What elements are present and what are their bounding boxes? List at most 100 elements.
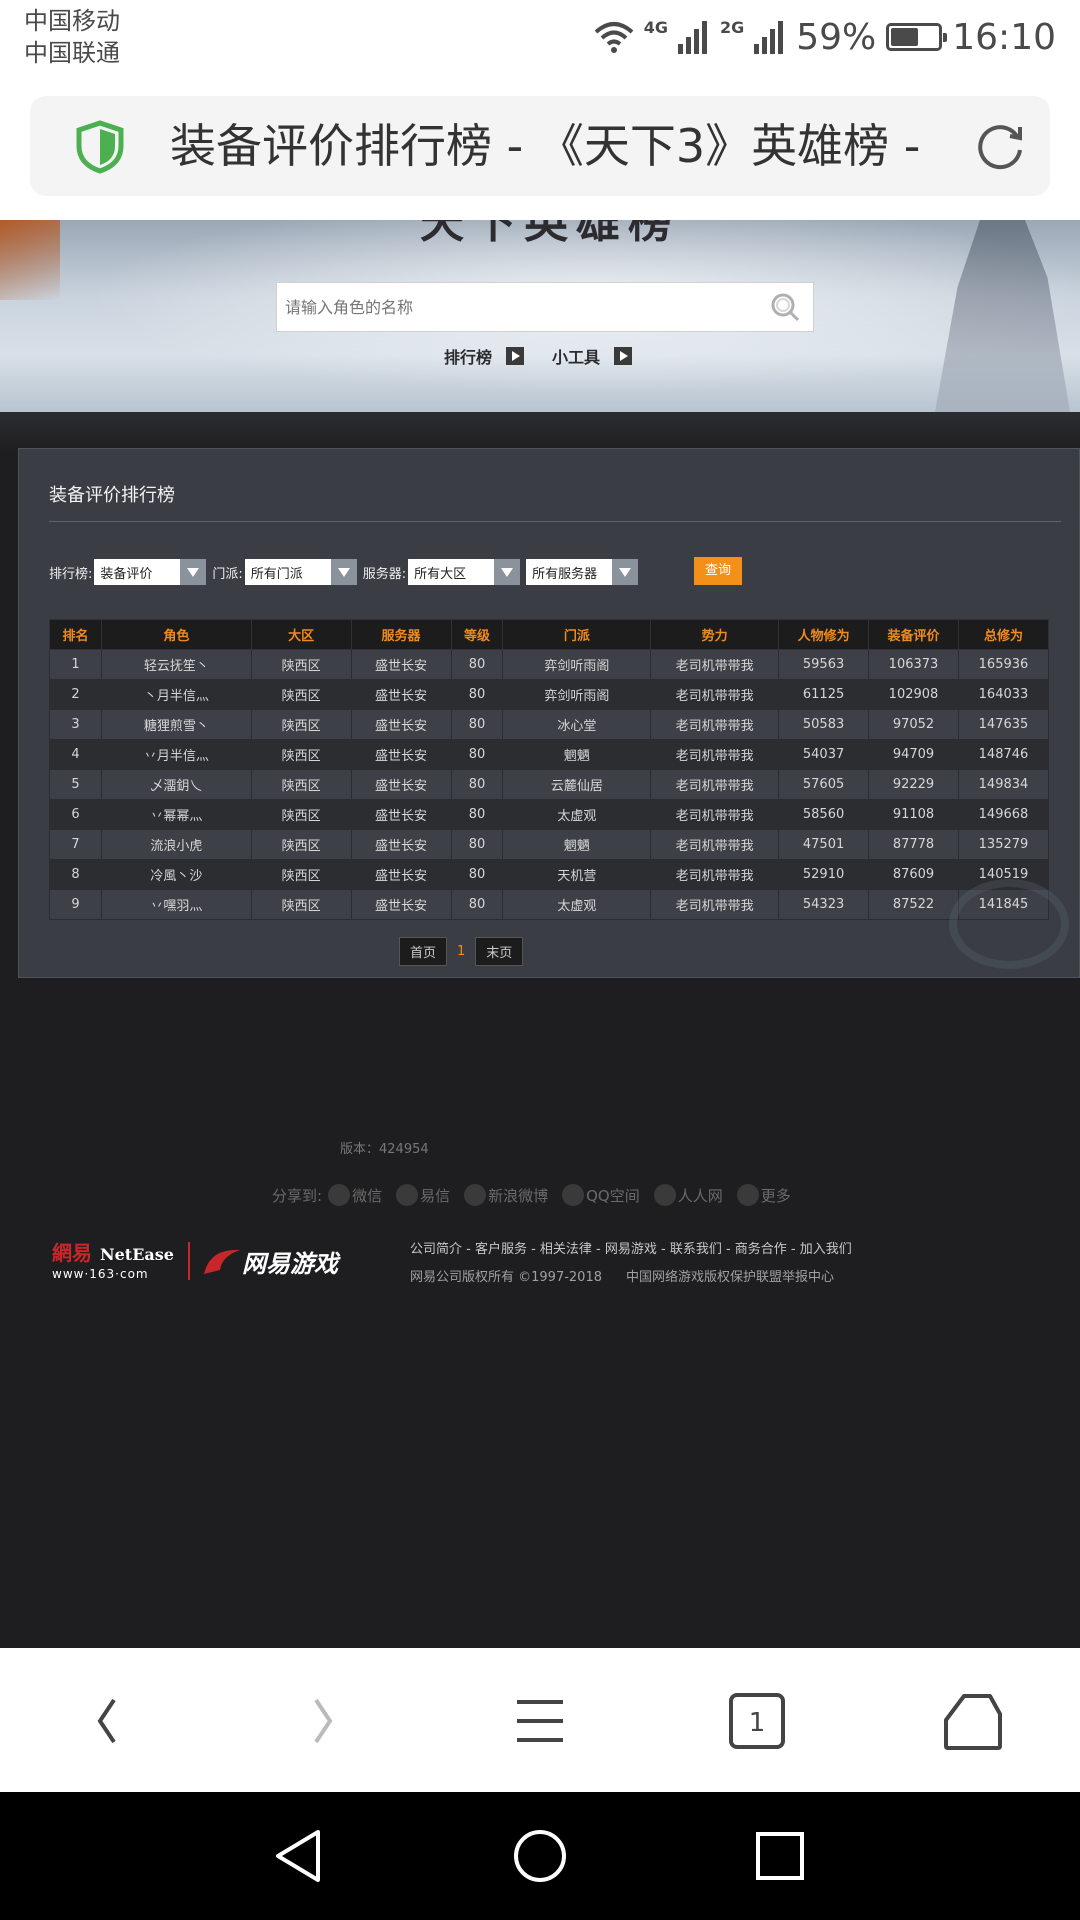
dropdown-arrow-icon[interactable] — [494, 559, 521, 585]
table-cell: 盛世长安 — [350, 829, 452, 860]
dropdown-arrow-icon[interactable] — [180, 559, 207, 585]
table-row[interactable]: 9 丷嘿羽灬 陕西区 盛世长安 80 太虚观 老司机带带我 54323 87522 141845 — [49, 889, 1050, 920]
search-icon[interactable] — [769, 291, 801, 323]
column-header: 门派 — [502, 619, 652, 650]
table-cell: 老司机带带我 — [650, 859, 780, 890]
table-cell: 盛世长安 — [350, 859, 452, 890]
report-link[interactable]: 中国网络游戏版权保护联盟举报中心 — [626, 1266, 834, 1285]
role-search-input[interactable] — [277, 283, 737, 331]
school-select[interactable]: 所有门派 — [244, 559, 357, 585]
table-cell: 54323 — [778, 889, 870, 920]
share-more[interactable]: 更多 — [736, 1184, 791, 1206]
table-cell: 58560 — [778, 799, 870, 830]
column-header: 排名 — [49, 619, 102, 650]
table-cell: 盛世长安 — [350, 679, 452, 710]
table-row[interactable]: 6 丷幂幂灬 陕西区 盛世长安 80 太虚观 老司机带带我 58560 91108 149668 — [49, 799, 1050, 830]
table-cell[interactable]: 丷幂幂灬 — [100, 799, 252, 830]
table-cell: 陕西区 — [250, 709, 352, 740]
table-cell: 盛世长安 — [350, 709, 452, 740]
column-header: 角色 — [100, 619, 252, 650]
table-cell: 天机营 — [502, 859, 652, 890]
share-weibo[interactable]: 新浪微博 — [464, 1184, 548, 1206]
table-row[interactable]: 2 丶月半信灬 陕西区 盛世长安 80 弈剑听雨阁 老司机带带我 61125 102908 164… — [49, 679, 1050, 710]
nav-ranking[interactable]: 排行榜 — [444, 344, 525, 368]
dropdown-arrow-icon[interactable] — [330, 559, 357, 585]
tab-count: 1 — [749, 1708, 766, 1738]
forward-icon[interactable] — [288, 1686, 358, 1756]
share-yixin[interactable]: 易信 — [396, 1184, 450, 1206]
share-wechat[interactable]: 微信 — [328, 1184, 382, 1206]
table-cell: 6 — [49, 799, 102, 830]
table-cell[interactable]: 丶月半信灬 — [100, 679, 252, 710]
column-header: 人物修为 — [778, 619, 870, 650]
share-qzone[interactable]: QQ空间 — [562, 1184, 640, 1206]
last-page-button[interactable]: 末页 — [475, 937, 524, 966]
nav-home-icon[interactable] — [508, 1824, 572, 1888]
region-select[interactable]: 所有大区 — [408, 559, 521, 585]
banner-ember — [0, 220, 60, 300]
nav-recents-icon[interactable] — [748, 1824, 812, 1888]
table-cell: 2 — [49, 679, 102, 710]
home-icon[interactable] — [938, 1686, 1008, 1756]
table-cell: 陕西区 — [250, 769, 352, 800]
rank-select[interactable]: 装备评价 — [94, 559, 207, 585]
table-row[interactable]: 5 乄澑鈅乀 陕西区 盛世长安 80 云麓仙居 老司机带带我 57605 92229 149834 — [49, 769, 1050, 800]
table-row[interactable]: 7 流浪小虎 陕西区 盛世长安 80 魍魉 老司机带带我 47501 87778 135279 — [49, 829, 1050, 860]
server-select[interactable]: 所有服务器 — [526, 559, 639, 585]
table-cell: 太虚观 — [502, 889, 652, 920]
table-cell: 老司机带带我 — [650, 769, 780, 800]
divider — [49, 521, 1061, 522]
table-row[interactable]: 8 冷風丶沙 陕西区 盛世长安 80 天机营 老司机带带我 52910 87609 140519 — [49, 859, 1050, 890]
reload-icon[interactable] — [972, 118, 1028, 174]
share-more-label: 更多 — [760, 1186, 791, 1205]
nav-ranking-label: 排行榜 — [444, 348, 493, 367]
table-cell: 弈剑听雨阁 — [502, 649, 652, 680]
menu-icon[interactable] — [505, 1686, 575, 1756]
back-icon[interactable] — [72, 1686, 142, 1756]
table-cell: 8 — [49, 859, 102, 890]
pagination: 首页 1 末页 — [399, 937, 524, 966]
table-cell: 盛世长安 — [350, 889, 452, 920]
table-cell: 87609 — [868, 859, 959, 890]
nav-tools[interactable]: 小工具 — [552, 344, 633, 368]
table-cell[interactable]: 流浪小虎 — [100, 829, 252, 860]
tabs-icon[interactable]: 1 — [722, 1686, 792, 1756]
address-bar[interactable]: 装备评价排行榜 - 《天下3》英雄榜 - — [30, 96, 1050, 196]
table-cell: 102908 — [868, 679, 959, 710]
logo-netease-cn: 網易 — [52, 1241, 92, 1265]
footer-links[interactable]: 公司简介 - 客户服务 - 相关法律 - 网易游戏 - 联系我们 - 商务合作 … — [410, 1238, 852, 1257]
table-body: 1 轻云抚笙丶 陕西区 盛世长安 80 弈剑听雨阁 老司机带带我 59563 106373 165… — [49, 649, 1050, 920]
browser-address-area: 装备评价排行榜 - 《天下3》英雄榜 - — [0, 78, 1080, 220]
current-page[interactable]: 1 — [457, 944, 465, 959]
first-page-button[interactable]: 首页 — [399, 937, 448, 966]
dropdown-arrow-icon[interactable] — [612, 559, 639, 585]
role-search-box[interactable] — [276, 282, 814, 332]
table-cell: 80 — [450, 709, 504, 740]
table-cell[interactable]: 轻云抚笙丶 — [100, 649, 252, 680]
table-cell: 87522 — [868, 889, 959, 920]
table-cell: 80 — [450, 859, 504, 890]
table-cell: 盛世长安 — [350, 649, 452, 680]
table-row[interactable]: 1 轻云抚笙丶 陕西区 盛世长安 80 弈剑听雨阁 老司机带带我 59563 106373 165… — [49, 649, 1050, 680]
table-cell[interactable]: 乄澑鈅乀 — [100, 769, 252, 800]
table-cell: 80 — [450, 649, 504, 680]
page-title[interactable]: 装备评价排行榜 - 《天下3》英雄榜 - — [170, 114, 970, 178]
table-row[interactable]: 3 糖狸煎雪丶 陕西区 盛世长安 80 冰心堂 老司机带带我 50583 97052 147635 — [49, 709, 1050, 740]
table-cell[interactable]: 丷嘿羽灬 — [100, 889, 252, 920]
column-header: 装备评价 — [868, 619, 959, 650]
table-cell: 陕西区 — [250, 649, 352, 680]
battery-percent: 59% — [796, 16, 877, 58]
site-logo[interactable]: 天下英雄榜 — [390, 220, 710, 248]
table-cell[interactable]: 糖狸煎雪丶 — [100, 709, 252, 740]
table-cell: 97052 — [868, 709, 959, 740]
table-cell[interactable]: 冷風丶沙 — [100, 859, 252, 890]
share-renren[interactable]: 人人网 — [653, 1184, 723, 1206]
logo-url: www·163·com — [52, 1267, 149, 1281]
query-button[interactable]: 查询 — [694, 557, 742, 585]
table-cell[interactable]: 丷月半信灬 — [100, 739, 252, 770]
shield-icon[interactable] — [74, 120, 126, 174]
nav-back-icon[interactable] — [268, 1824, 332, 1888]
table-row[interactable]: 4 丷月半信灬 陕西区 盛世长安 80 魍魉 老司机带带我 54037 94709 148746 — [49, 739, 1050, 770]
netease-logo[interactable]: 網易 NetEase www·163·com 网易游戏 — [50, 1238, 350, 1286]
plus-icon — [736, 1184, 759, 1206]
